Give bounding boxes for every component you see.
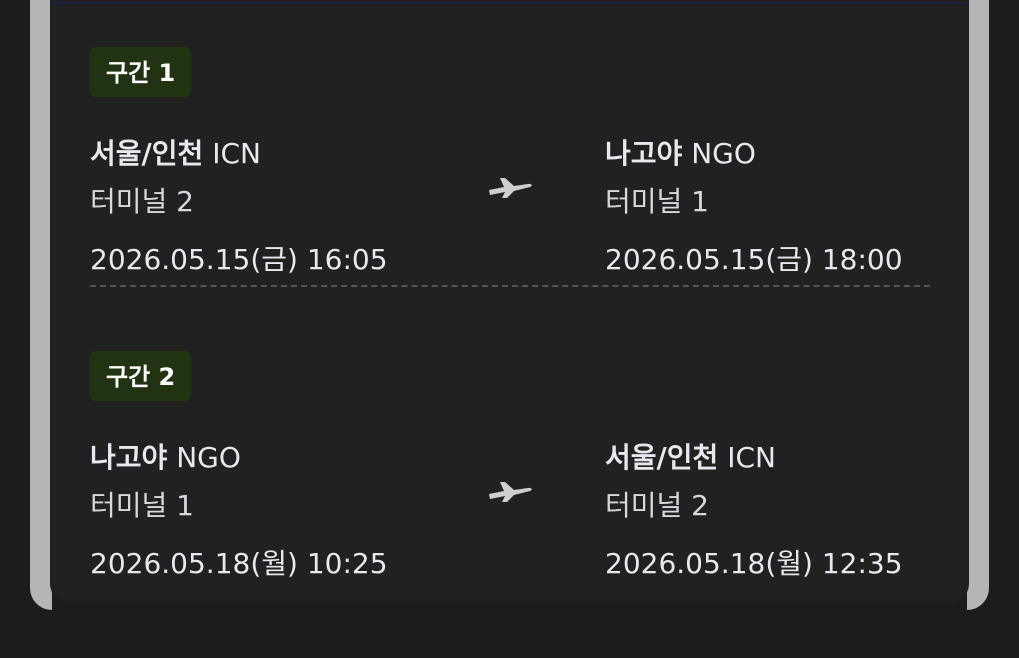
segment-divider (90, 285, 930, 287)
frame-border-left (30, 0, 52, 610)
departure-airport: 서울/인천 ICN (90, 134, 388, 174)
airplane-icon (489, 482, 532, 502)
airplane-icon (489, 178, 532, 198)
departure-datetime: 2026.05.18(월) 10:25 (90, 547, 388, 580)
departure-code: NGO (176, 441, 241, 474)
departure-airport: 나고야 NGO (90, 438, 388, 478)
itinerary-card: 구간 1 서울/인천 ICN 터미널 2 2026.05.15(금) 16:05… (50, 0, 969, 602)
arrival-city: 나고야 (605, 137, 683, 170)
arrival-code: NGO (691, 137, 756, 170)
arrival-datetime: 2026.05.18(월) 12:35 (605, 547, 903, 580)
arrival-city: 서울/인천 (605, 441, 719, 474)
arrival-info: 서울/인천 ICN 터미널 2 2026.05.18(월) 12:35 (605, 438, 903, 584)
arrival-terminal: 터미널 1 (605, 185, 709, 218)
arrival-datetime: 2026.05.15(금) 18:00 (605, 243, 903, 276)
segment-badge: 구간 1 (90, 47, 192, 97)
departure-datetime: 2026.05.15(금) 16:05 (90, 243, 388, 276)
arrival-airport: 나고야 NGO (605, 134, 903, 174)
departure-info: 나고야 NGO 터미널 1 2026.05.18(월) 10:25 (90, 438, 388, 584)
arrival-airport: 서울/인천 ICN (605, 438, 903, 478)
departure-info: 서울/인천 ICN 터미널 2 2026.05.15(금) 16:05 (90, 134, 388, 280)
departure-terminal: 터미널 2 (90, 185, 194, 218)
departure-code: ICN (212, 137, 261, 170)
segment-2: 구간 2 나고야 NGO 터미널 1 2026.05.18(월) 10:25 서… (90, 351, 930, 580)
arrival-terminal: 터미널 2 (605, 489, 709, 522)
departure-terminal: 터미널 1 (90, 489, 194, 522)
departure-city: 서울/인천 (90, 137, 204, 170)
itinerary-frame: 구간 1 서울/인천 ICN 터미널 2 2026.05.15(금) 16:05… (0, 0, 1019, 632)
segment-badge: 구간 2 (90, 351, 192, 401)
departure-city: 나고야 (90, 441, 168, 474)
arrival-info: 나고야 NGO 터미널 1 2026.05.15(금) 18:00 (605, 134, 903, 280)
frame-border-right (967, 0, 989, 610)
segment-1: 구간 1 서울/인천 ICN 터미널 2 2026.05.15(금) 16:05… (90, 47, 930, 276)
arrival-code: ICN (727, 441, 776, 474)
